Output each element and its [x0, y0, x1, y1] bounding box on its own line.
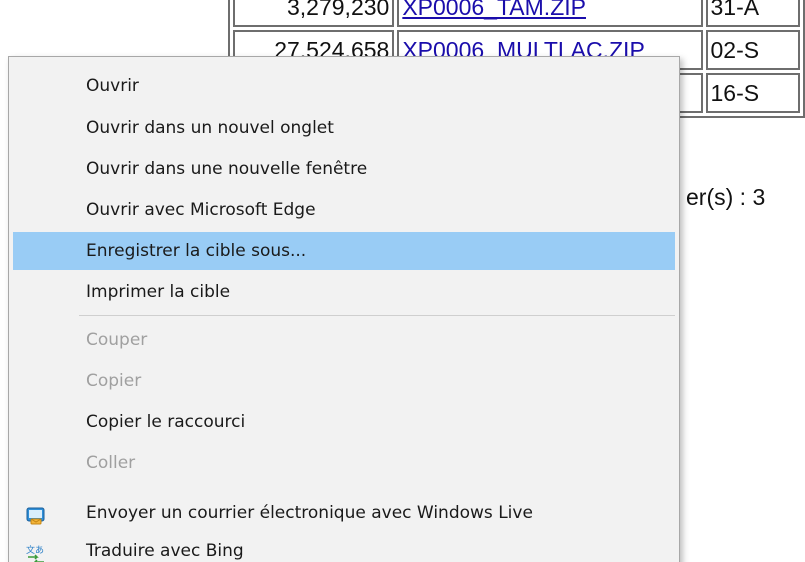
menu-item-copier-raccourci[interactable]: Copier le raccourci	[13, 403, 675, 441]
menu-item-ouvrir-nouvel-onglet[interactable]: Ouvrir dans un nouvel onglet	[13, 109, 675, 147]
file-name-cell: XP0006_TAM.ZIP	[397, 0, 703, 27]
file-date-cell: 31-A	[705, 0, 800, 27]
menu-item-envoyer-courrier[interactable]: Envoyer un courrier électronique avec Wi…	[13, 494, 675, 532]
menu-item-label: Ouvrir	[86, 76, 139, 96]
menu-item-label: Envoyer un courrier électronique avec Wi…	[86, 503, 533, 523]
file-size-cell: 3,279,230	[233, 0, 395, 27]
browser-page: 3,279,230 XP0006_TAM.ZIP 31-A 27,524,658…	[0, 0, 805, 562]
menu-item-coller[interactable]: Coller	[13, 444, 675, 482]
menu-item-label: Coller	[86, 453, 136, 473]
menu-item-enregistrer-cible[interactable]: Enregistrer la cible sous...	[13, 232, 675, 270]
menu-item-traduire-bing[interactable]: 文 あ Traduire avec Bing	[13, 532, 675, 562]
menu-item-ouvrir-avec-edge[interactable]: Ouvrir avec Microsoft Edge	[13, 191, 675, 229]
menu-item-label: Copier le raccourci	[86, 412, 246, 432]
menu-item-label: Copier	[86, 371, 142, 391]
svg-text:あ: あ	[35, 545, 44, 556]
menu-item-couper[interactable]: Couper	[13, 321, 675, 359]
menu-item-ouvrir[interactable]: Ouvrir	[13, 67, 675, 105]
menu-item-label: Enregistrer la cible sous...	[86, 241, 307, 261]
menu-item-label: Imprimer la cible	[86, 282, 231, 302]
bing-translate-icon: 文 あ	[25, 541, 47, 562]
menu-item-imprimer-cible[interactable]: Imprimer la cible	[13, 273, 675, 311]
menu-separator	[79, 315, 675, 316]
context-menu: Ouvrir Ouvrir dans un nouvel onglet Ouvr…	[8, 56, 680, 562]
file-count-text: er(s) : 3	[686, 184, 766, 210]
windows-live-mail-icon	[25, 503, 47, 525]
file-link[interactable]: XP0006_TAM.ZIP	[402, 0, 586, 20]
table-row: 3,279,230 XP0006_TAM.ZIP 31-A	[233, 0, 800, 27]
menu-item-label: Ouvrir avec Microsoft Edge	[86, 200, 316, 220]
menu-item-copier[interactable]: Copier	[13, 362, 675, 400]
menu-item-label: Ouvrir dans un nouvel onglet	[86, 118, 334, 138]
menu-item-ouvrir-nouvelle-fenetre[interactable]: Ouvrir dans une nouvelle fenêtre	[13, 150, 675, 188]
svg-text:文: 文	[26, 544, 35, 556]
file-date-cell: 16-S	[705, 73, 800, 113]
menu-item-label: Traduire avec Bing	[86, 541, 244, 561]
menu-item-label: Couper	[86, 330, 148, 350]
menu-item-label: Ouvrir dans une nouvelle fenêtre	[86, 159, 368, 179]
file-date-cell: 02-S	[705, 30, 800, 70]
